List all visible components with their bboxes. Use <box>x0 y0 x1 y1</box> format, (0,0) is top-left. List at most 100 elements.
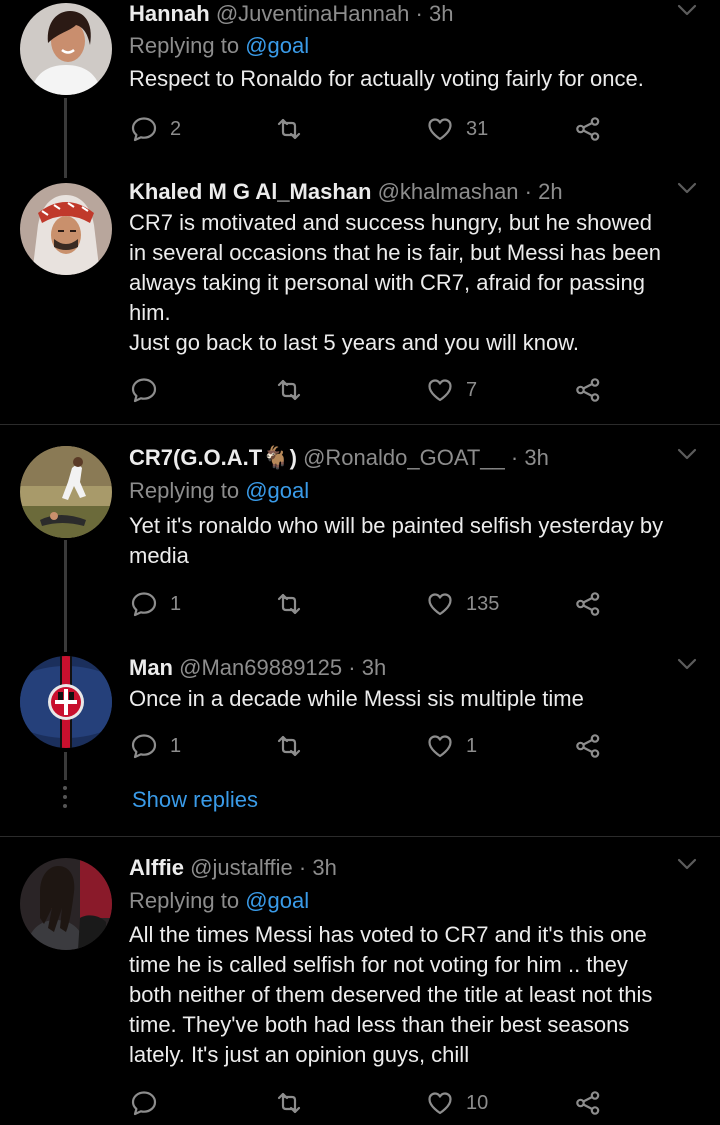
mention-link[interactable]: @goal <box>245 478 309 503</box>
handle[interactable]: @JuventinaHannah <box>216 1 410 26</box>
avatar[interactable] <box>20 656 112 748</box>
divider <box>0 424 720 425</box>
reply-count: 1 <box>170 592 182 615</box>
reply-icon <box>130 732 158 760</box>
avatar[interactable] <box>20 858 112 950</box>
replying-to-label: Replying to <box>129 478 246 503</box>
like-count: 135 <box>466 592 500 615</box>
like-button[interactable]: 135 <box>426 589 499 619</box>
share-button[interactable] <box>574 731 602 761</box>
avatar[interactable] <box>20 183 112 275</box>
tweet-text-line: Just go back to last 5 years and you wil… <box>129 330 580 355</box>
like-button[interactable]: 31 <box>426 114 488 144</box>
separator: · <box>409 1 429 26</box>
handle[interactable]: @Ronaldo_GOAT__ <box>303 445 505 470</box>
like-button[interactable]: 1 <box>426 731 477 761</box>
share-button[interactable] <box>574 375 602 405</box>
chevron-down-icon[interactable] <box>676 856 698 872</box>
tweet[interactable]: Hannah @JuventinaHannah · 3h Replying to… <box>0 0 720 170</box>
chevron-down-icon[interactable] <box>676 2 698 18</box>
display-name[interactable]: Khaled M G Al_Mashan <box>129 179 371 204</box>
tweet-header: Khaled M G Al_Mashan @khalmashan · 2h <box>129 178 563 206</box>
timestamp[interactable]: 2h <box>538 179 562 204</box>
retweet-icon <box>275 115 303 143</box>
tweet-text-line: All the times Messi has voted to CR7 and… <box>129 922 647 947</box>
tweet-header: Alffie @justalffie · 3h <box>129 854 337 882</box>
tweet-actions: 1 135 <box>130 589 610 619</box>
reply-button[interactable] <box>130 375 170 405</box>
tweet-text: CR7 is motivated and success hungry, but… <box>129 208 704 358</box>
display-name[interactable]: Man <box>129 655 173 680</box>
tweet[interactable]: Khaled M G Al_Mashan @khalmashan · 2h CR… <box>0 178 720 418</box>
chevron-down-icon[interactable] <box>676 656 698 672</box>
reply-button[interactable] <box>130 1088 170 1118</box>
share-button[interactable] <box>574 1088 602 1118</box>
chevron-down-icon[interactable] <box>676 180 698 196</box>
timestamp[interactable]: 3h <box>524 445 548 470</box>
retweet-button[interactable] <box>275 1088 315 1118</box>
retweet-icon <box>275 732 303 760</box>
tweet[interactable]: Alffie @justalffie · 3h Replying to @goa… <box>0 854 720 1125</box>
chevron-down-icon[interactable] <box>676 446 698 462</box>
tweet-text-line: lately. It's just an opinion guys, chill <box>129 1042 470 1067</box>
share-button[interactable] <box>574 589 602 619</box>
tweet[interactable]: Man @Man69889125 · 3h Once in a decade w… <box>0 654 720 824</box>
handle[interactable]: @Man69889125 <box>179 655 342 680</box>
retweet-icon <box>275 376 303 404</box>
timestamp[interactable]: 3h <box>362 655 386 680</box>
retweet-button[interactable] <box>275 375 315 405</box>
replying-to: Replying to @goal <box>129 32 309 60</box>
share-icon <box>574 115 602 143</box>
like-count: 1 <box>466 734 478 757</box>
show-replies-link[interactable]: Show replies <box>132 786 258 814</box>
display-name[interactable]: Alffie <box>129 855 184 880</box>
avatar[interactable] <box>20 3 112 95</box>
reply-button[interactable]: 2 <box>130 114 181 144</box>
reply-icon <box>130 115 158 143</box>
reply-button[interactable]: 1 <box>130 731 181 761</box>
tweet-text-line: him. <box>129 300 171 325</box>
timestamp[interactable]: 3h <box>312 855 336 880</box>
avatar[interactable] <box>20 446 112 538</box>
mention-link[interactable]: @goal <box>245 888 309 913</box>
handle[interactable]: @justalffie <box>190 855 293 880</box>
share-icon <box>574 732 602 760</box>
tweet-actions: 2 31 <box>130 114 610 144</box>
reply-button[interactable]: 1 <box>130 589 181 619</box>
tweet-text-line: time he is called selfish for not voting… <box>129 952 628 977</box>
retweet-button[interactable] <box>275 731 315 761</box>
share-button[interactable] <box>574 114 602 144</box>
reply-count: 1 <box>170 734 182 757</box>
display-name[interactable]: Hannah <box>129 1 210 26</box>
tweet-actions: 7 <box>130 375 610 405</box>
separator: · <box>342 655 362 680</box>
retweet-button[interactable] <box>275 589 315 619</box>
tweet[interactable]: CR7(G.O.A.T🐐) @Ronaldo_GOAT__ · 3h Reply… <box>0 444 720 624</box>
replying-to: Replying to @goal <box>129 477 309 505</box>
retweet-button[interactable] <box>275 114 315 144</box>
heart-icon <box>426 115 454 143</box>
heart-icon <box>426 732 454 760</box>
mention-link[interactable]: @goal <box>245 33 309 58</box>
divider <box>0 836 720 837</box>
reply-icon <box>130 1089 158 1117</box>
handle[interactable]: @khalmashan <box>378 179 519 204</box>
tweet-actions: 10 <box>130 1088 610 1118</box>
tweet-header: Man @Man69889125 · 3h <box>129 654 386 682</box>
tweet-actions: 1 1 <box>130 731 610 761</box>
tweet-text-line: always taking it personal with CR7, afra… <box>129 270 646 295</box>
retweet-icon <box>275 1089 303 1117</box>
tweet-text: Respect to Ronaldo for actually voting f… <box>129 66 644 91</box>
tweet-text-line: both neither of them deserved the title … <box>129 982 653 1007</box>
tweet-text-line: media <box>129 543 189 568</box>
replying-to: Replying to @goal <box>129 887 309 915</box>
timestamp[interactable]: 3h <box>429 1 453 26</box>
replying-to-label: Replying to <box>129 33 246 58</box>
replying-to-label: Replying to <box>129 888 246 913</box>
display-name[interactable]: CR7(G.O.A.T🐐) <box>129 445 297 470</box>
like-button[interactable]: 7 <box>426 375 477 405</box>
reply-icon <box>130 590 158 618</box>
separator: · <box>292 855 313 880</box>
tweet-text-line: time. They've both had less than their b… <box>129 1012 630 1037</box>
like-button[interactable]: 10 <box>426 1088 488 1118</box>
